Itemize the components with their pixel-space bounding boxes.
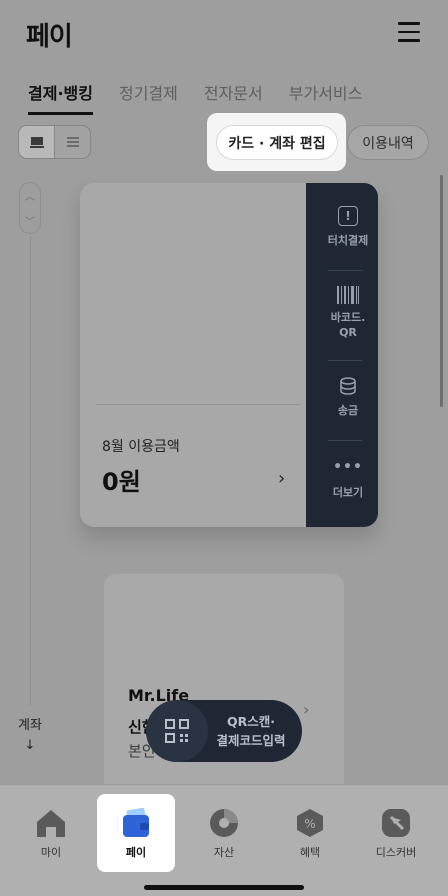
exclamation-icon: ! [338,206,358,226]
barcode-qr-action[interactable]: 바코드. QR [318,286,378,340]
chevron-up-icon[interactable]: ︿ [25,188,35,203]
monthly-usage-amount: 0원 [102,468,141,496]
tab-subscription[interactable]: 정기결제 [119,80,178,104]
home-indicator [144,885,304,890]
usage-history-button[interactable]: 이용내역 [347,125,429,160]
nav-benefits[interactable]: % 혜택 [270,806,350,860]
touch-pay-action[interactable]: ! 터치결제 [318,206,378,248]
home-icon [34,806,68,840]
nav-my[interactable]: 마이 [11,806,91,860]
monthly-usage-label: 8월 이용금액 [102,439,180,455]
list-view-icon[interactable] [55,126,90,158]
coin-stack-icon [338,376,358,396]
qr-code-icon [146,700,208,762]
nav-pay[interactable]: 페이 [96,806,176,860]
wallet-icon [119,806,153,840]
chevron-down-icon[interactable]: ﹀ [25,213,35,228]
more-dots-icon: ••• [333,459,363,475]
jump-to-accounts[interactable]: 계좌 ↓ [16,716,44,756]
chevron-right-icon[interactable]: › [278,468,285,489]
nav-assets[interactable]: 자산 [184,806,264,860]
divider [328,270,362,271]
jump-accounts-label: 계좌 [18,718,42,733]
tab-extra-services[interactable]: 부가서비스 [289,80,363,104]
edit-cards-accounts-button[interactable]: 카드 · 계좌 편집 [216,125,338,160]
transfer-action[interactable]: 송금 [318,376,378,418]
tab-payment-banking[interactable]: 결제·뱅킹 [28,80,93,115]
transfer-label: 송금 [337,404,359,417]
pie-chart-icon [207,806,241,840]
nav-discover-label: 디스커버 [375,846,417,859]
nav-my-label: 마이 [40,846,62,859]
barcode-icon [337,286,359,304]
touch-pay-label: 터치결제 [327,234,369,247]
more-action[interactable]: ••• 더보기 [318,460,378,500]
page-title: 페이 [26,22,73,52]
scroll-track [30,236,31,706]
compass-icon [379,806,413,840]
hamburger-menu-icon[interactable] [398,22,420,42]
benefit-icon: % [293,806,327,840]
nav-benefits-label: 혜택 [299,846,321,859]
divider [328,440,362,441]
chevron-right-icon[interactable]: › [303,700,309,719]
divider [96,404,300,405]
card-scroll-control[interactable]: ︿ ﹀ [19,182,41,234]
arrow-down-icon: ↓ [24,738,36,753]
qr-scan-line1: QR스캔· [226,714,275,729]
card-view-icon[interactable] [19,126,55,158]
qr-scan-line2: 결제코드입력 [216,733,286,748]
scrollbar[interactable] [440,175,443,407]
tab-bar: 결제·뱅킹 정기결제 전자문서 부가서비스 [28,80,363,115]
nav-pay-label: 페이 [125,846,147,859]
divider [328,360,362,361]
svg-text:%: % [304,817,315,831]
nav-assets-label: 자산 [213,846,235,859]
more-label: 더보기 [332,486,364,499]
nav-discover[interactable]: 디스커버 [356,806,436,860]
tab-documents[interactable]: 전자문서 [204,80,263,104]
barcode-qr-label: 바코드. QR [330,311,366,339]
view-toggle [18,125,91,159]
qr-scan-label: QR스캔· 결제코드입력 [205,712,297,750]
